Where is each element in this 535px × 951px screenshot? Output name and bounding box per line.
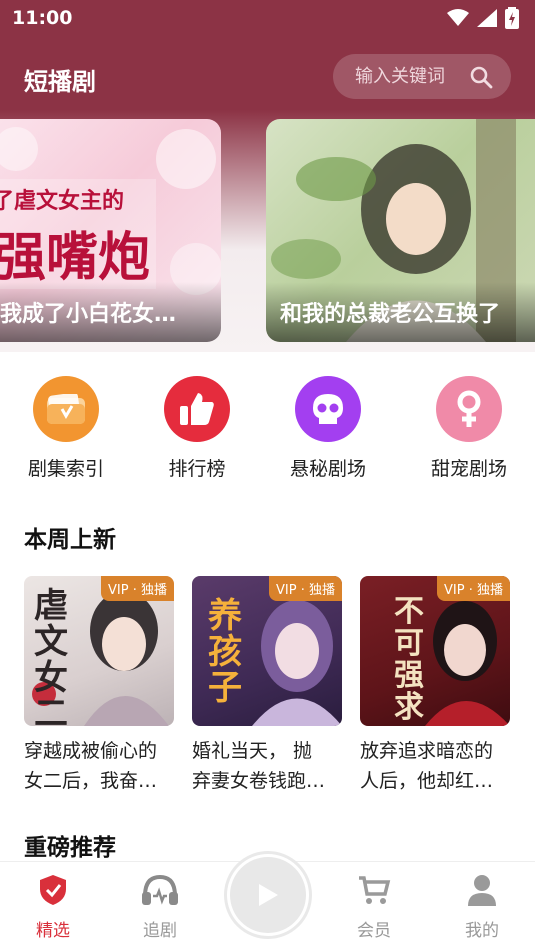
banner-art-text-top: 了虐文女主的 <box>0 188 125 214</box>
drama-title: 穿越成被偷心的 女二后，我奋… <box>24 736 174 796</box>
wifi-icon <box>447 9 469 26</box>
nav-label: 追剧 <box>143 921 177 941</box>
drama-title: 放弃追求暗恋的 人后，他却红… <box>360 736 510 796</box>
search-icon[interactable] <box>469 65 493 89</box>
nav-tab-following[interactable]: 追剧 <box>120 874 200 941</box>
banner-caption: 和我的总裁老公互换了 <box>280 302 501 327</box>
banner-art-text-big: 强嘴炮 <box>0 227 151 288</box>
category-sweet-theater[interactable]: 甜宠剧场 <box>414 376 524 481</box>
vip-exclusive-badge: VIP · 独播 <box>437 576 510 601</box>
drama-title-line: 婚礼当天， 抛 <box>192 740 313 762</box>
battery-icon <box>505 7 519 29</box>
status-icons <box>447 7 519 29</box>
status-bar: 11:00 <box>0 0 535 36</box>
play-button-inner <box>230 857 306 933</box>
drama-cover[interactable]: VIP · 独播 虐文女二 <box>24 576 174 726</box>
vip-exclusive-badge: VIP · 独播 <box>101 576 174 601</box>
drama-card[interactable]: VIP · 独播 虐文女二 穿越成被偷心的 女二后，我奋… <box>24 576 174 796</box>
nav-tab-membership[interactable]: 会员 <box>334 874 414 941</box>
status-time: 11:00 <box>12 7 73 29</box>
category-label: 剧集索引 <box>27 458 104 480</box>
search-input[interactable] <box>355 66 465 87</box>
drama-title-line: 放弃追求暗恋的 <box>360 740 494 762</box>
search-bar[interactable] <box>333 54 511 99</box>
cover-title: 不可强求 <box>394 594 424 725</box>
cover-title: 养孩子 <box>208 596 242 708</box>
banner-caption-overlay: 和我的总裁老公互换了 <box>266 282 535 342</box>
category-ranking[interactable]: 排行榜 <box>142 376 252 481</box>
section-title-recommended: 重磅推荐 <box>24 835 116 861</box>
section-title-weekly-new: 本周上新 <box>24 527 116 553</box>
vip-exclusive-badge: VIP · 独播 <box>269 576 342 601</box>
nav-label: 会员 <box>357 921 391 941</box>
drama-title-line: 穿越成被偷心的 <box>24 740 158 762</box>
category-mystery-theater[interactable]: 悬秘剧场 <box>273 376 383 481</box>
nav-label: 我的 <box>465 921 499 941</box>
user-icon <box>468 875 496 906</box>
banner-caption-overlay: 我成了小白花女… <box>0 282 221 342</box>
drama-title-line: 人后，他却红… <box>360 770 494 792</box>
drama-title: 婚礼当天， 抛 弃妻女卷钱跑… <box>192 736 342 796</box>
folder-icon <box>33 376 99 442</box>
category-episode-index[interactable]: 剧集索引 <box>11 376 121 481</box>
banner-card[interactable]: 了虐文女主的 强嘴炮 我成了小白花女… <box>0 119 221 342</box>
headphones-icon <box>142 874 178 905</box>
drama-title-line: 女二后，我奋… <box>24 770 158 792</box>
category-label: 甜宠剧场 <box>430 458 507 480</box>
drama-card[interactable]: VIP · 独播 养孩子 婚礼当天， 抛 弃妻女卷钱跑… <box>192 576 342 796</box>
play-icon <box>259 884 278 906</box>
play-button[interactable] <box>224 851 312 939</box>
nav-tab-featured[interactable]: 精选 <box>13 874 93 941</box>
drama-title-line: 弃妻女卷钱跑… <box>192 770 326 792</box>
nav-tab-profile[interactable]: 我的 <box>442 874 522 941</box>
drama-cover[interactable]: VIP · 独播 不可强求 <box>360 576 510 726</box>
signal-icon <box>477 9 497 27</box>
app-title: 短播剧 <box>24 68 96 96</box>
banner-card[interactable]: 和我的总裁老公互换了 <box>266 119 535 342</box>
thumbs-up-icon <box>164 376 230 442</box>
skull-icon <box>295 376 361 442</box>
category-label: 排行榜 <box>168 458 226 480</box>
category-label: 悬秘剧场 <box>289 458 366 480</box>
drama-cover[interactable]: VIP · 独播 养孩子 <box>192 576 342 726</box>
nav-label: 精选 <box>36 921 70 941</box>
cart-icon <box>359 876 391 904</box>
female-icon <box>436 376 502 442</box>
shield-check-icon <box>40 875 66 905</box>
drama-card[interactable]: VIP · 独播 不可强求 放弃追求暗恋的 人后，他却红… <box>360 576 510 796</box>
banner-caption: 我成了小白花女… <box>0 302 177 327</box>
cover-title: 虐文女二 <box>34 586 68 726</box>
